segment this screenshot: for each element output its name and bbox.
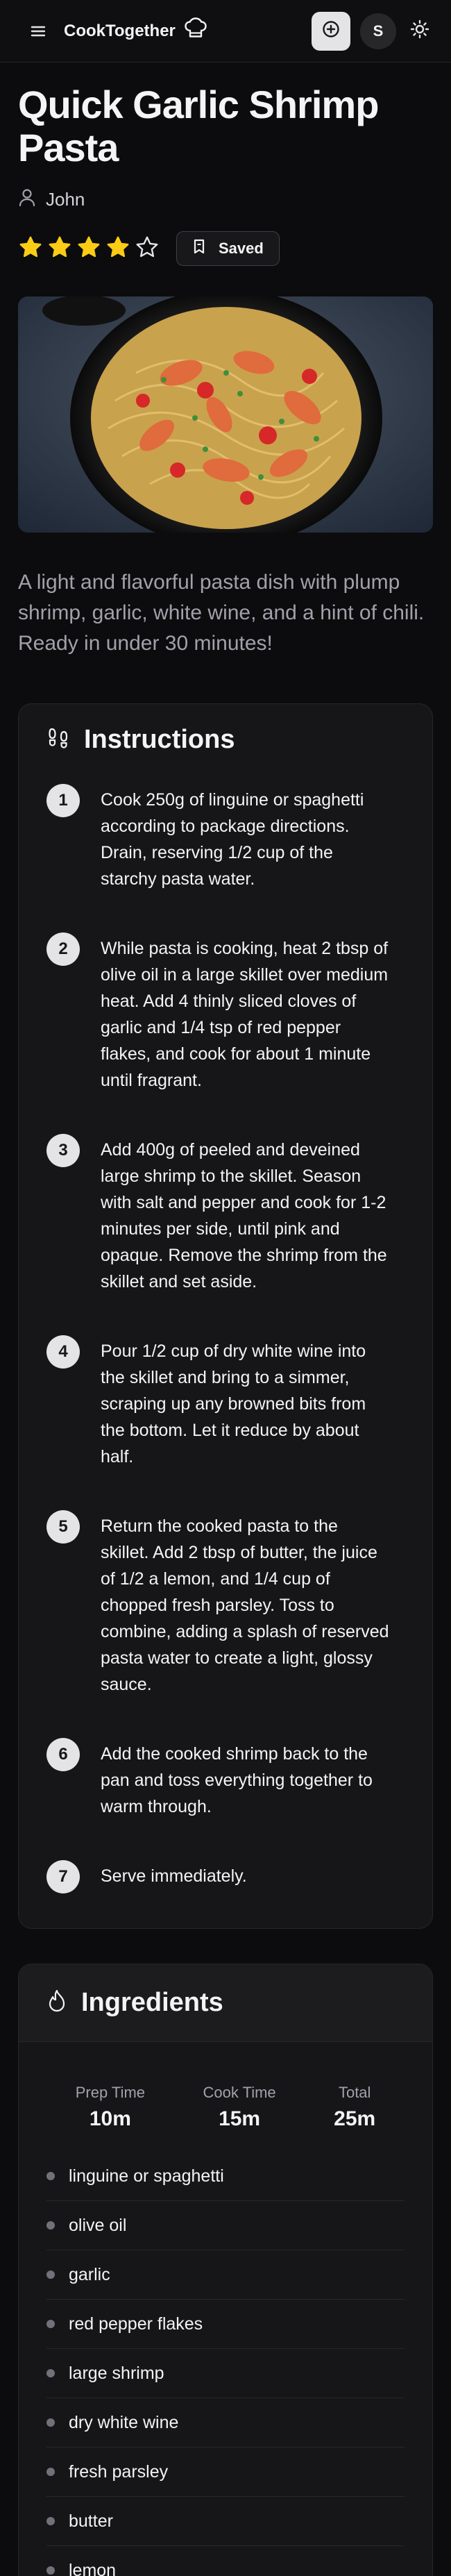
instruction-step: 7 Serve immediately. xyxy=(46,1860,405,1893)
ingredient-name: dry white wine xyxy=(69,2412,179,2432)
step-number: 5 xyxy=(46,1510,80,1544)
step-text: Cook 250g of linguine or spaghetti accor… xyxy=(101,790,364,889)
ingredient-item: fresh parsley xyxy=(46,2448,405,2497)
step-number: 1 xyxy=(46,784,80,817)
author-name: John xyxy=(46,189,85,210)
ingredient-item: dry white wine xyxy=(46,2398,405,2448)
bullet-dot-icon xyxy=(46,2221,55,2230)
star-filled-icon[interactable] xyxy=(76,235,101,263)
ingredient-name: linguine or spaghetti xyxy=(69,2166,224,2186)
step-text: Add the cooked shrimp back to the pan an… xyxy=(101,1744,373,1816)
time-value: 15m xyxy=(219,2107,261,2130)
instructions-title: Instructions xyxy=(84,725,235,754)
step-text: Return the cooked pasta to the skillet. … xyxy=(101,1516,389,1694)
star-empty-icon[interactable] xyxy=(135,235,160,263)
saved-button[interactable]: Saved xyxy=(176,231,280,266)
bullet-dot-icon xyxy=(46,2418,55,2427)
ingredient-item: garlic xyxy=(46,2250,405,2300)
ingredient-item: butter xyxy=(46,2497,405,2546)
recipe-description: A light and flavorful pasta dish with pl… xyxy=(18,571,425,655)
ingredient-name: garlic xyxy=(69,2264,110,2284)
ingredient-item: red pepper flakes xyxy=(46,2300,405,2349)
bullet-dot-icon xyxy=(46,2517,55,2525)
time-label: Total xyxy=(338,2084,371,2101)
step-number: 6 xyxy=(46,1738,80,1771)
bullet-dot-icon xyxy=(46,2172,55,2180)
ingredient-item: large shrimp xyxy=(46,2349,405,2398)
bullet-dot-icon xyxy=(46,2369,55,2377)
instruction-step: 4 Pour 1/2 cup of dry white wine into the… xyxy=(46,1335,405,1470)
ingredients-header: Ingredients xyxy=(19,1964,432,2042)
footprints-icon xyxy=(46,726,70,753)
instruction-step: 5 Return the cooked pasta to the skillet.… xyxy=(46,1510,405,1698)
instructions-header: Instructions xyxy=(19,704,432,773)
add-recipe-button[interactable] xyxy=(312,11,350,51)
star-rating[interactable] xyxy=(18,235,160,263)
ingredient-name: olive oil xyxy=(69,2215,127,2235)
recipe-photo xyxy=(18,296,433,533)
bullet-dot-icon xyxy=(46,2270,55,2279)
time-stat: Total 25m xyxy=(334,2084,375,2131)
bookmark-icon xyxy=(192,239,206,258)
plus-circle-icon xyxy=(322,20,340,42)
time-value: 25m xyxy=(334,2107,376,2130)
ingredient-list: linguine or spaghetti olive oil garlic red … xyxy=(19,2152,432,2576)
step-text: While pasta is cooking, heat 2 tbsp of o… xyxy=(101,939,389,1090)
ingredients-title: Ingredients xyxy=(81,1988,223,2017)
recipe-author[interactable]: John xyxy=(18,187,433,212)
time-label: Cook Time xyxy=(203,2084,276,2101)
ingredient-name: large shrimp xyxy=(69,2363,164,2383)
step-number: 2 xyxy=(46,932,80,966)
recipe-title: Quick Garlic Shrimp Pasta xyxy=(18,83,379,169)
star-filled-icon[interactable] xyxy=(47,235,72,263)
recipe-page: Quick Garlic Shrimp Pasta John Saved A l… xyxy=(0,83,451,2576)
ingredient-item: olive oil xyxy=(46,2201,405,2250)
sun-icon xyxy=(410,19,429,42)
ingredient-name: fresh parsley xyxy=(69,2461,169,2482)
time-value: 10m xyxy=(89,2107,131,2130)
user-icon xyxy=(18,187,36,212)
time-stat: Prep Time 10m xyxy=(76,2084,145,2131)
ingredient-name: red pepper flakes xyxy=(69,2314,203,2334)
step-number: 7 xyxy=(46,1860,80,1893)
step-text: Add 400g of peeled and deveined large sh… xyxy=(101,1140,387,1291)
top-bar: CookTogether S xyxy=(0,0,451,62)
menu-icon[interactable] xyxy=(28,21,49,42)
step-text: Pour 1/2 cup of dry white wine into the … xyxy=(101,1341,366,1466)
instruction-step: 6 Add the cooked shrimp back to the pan a… xyxy=(46,1738,405,1820)
instruction-step: 2 While pasta is cooking, heat 2 tbsp of … xyxy=(46,932,405,1094)
bullet-dot-icon xyxy=(46,2320,55,2328)
flame-icon xyxy=(46,1989,67,2016)
step-number: 4 xyxy=(46,1335,80,1369)
brand-name: CookTogether xyxy=(64,21,176,40)
instruction-step: 3 Add 400g of peeled and deveined large s… xyxy=(46,1134,405,1295)
ingredient-item: linguine or spaghetti xyxy=(46,2152,405,2201)
ingredient-name: lemon xyxy=(69,2560,117,2576)
saved-label: Saved xyxy=(219,240,264,257)
user-avatar[interactable]: S xyxy=(360,12,396,49)
instructions-card: Instructions 1 Cook 250g of linguine or s… xyxy=(18,703,433,1929)
instruction-step: 1 Cook 250g of linguine or spaghetti acco… xyxy=(46,784,405,892)
time-summary: Prep Time 10m Cook Time 15m Total 25m xyxy=(19,2042,432,2152)
step-number: 3 xyxy=(46,1134,80,1167)
bullet-dot-icon xyxy=(46,2468,55,2476)
ingredient-name: butter xyxy=(69,2511,113,2531)
star-filled-icon[interactable] xyxy=(18,235,43,263)
bullet-dot-icon xyxy=(46,2566,55,2575)
time-stat: Cook Time 15m xyxy=(203,2084,276,2131)
ingredient-item: lemon xyxy=(46,2546,405,2576)
ingredients-card: Ingredients Prep Time 10m Cook Time 15m Tota… xyxy=(18,1964,433,2576)
instructions-list: 1 Cook 250g of linguine or spaghetti acco… xyxy=(19,773,432,1928)
star-filled-icon[interactable] xyxy=(105,235,130,263)
step-text: Serve immediately. xyxy=(101,1866,247,1886)
rating-row: Saved xyxy=(18,231,433,266)
brand-logo[interactable]: CookTogether xyxy=(64,17,207,44)
chef-hat-icon xyxy=(184,17,207,44)
theme-toggle-button[interactable] xyxy=(406,17,434,45)
time-label: Prep Time xyxy=(75,2084,146,2101)
